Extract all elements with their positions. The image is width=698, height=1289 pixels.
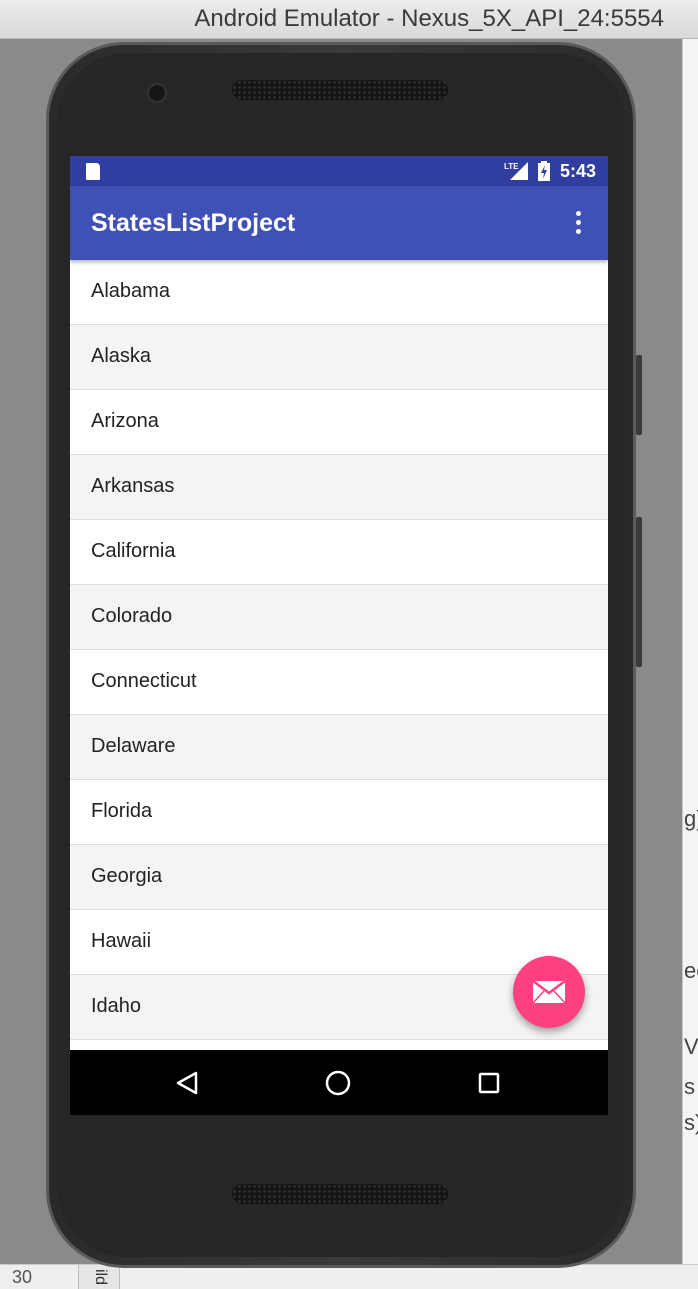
list-item[interactable]: Arkansas (70, 455, 608, 520)
app-title: StatesListProject (91, 209, 296, 237)
recents-icon[interactable] (472, 1066, 506, 1100)
email-fab-button[interactable] (513, 956, 585, 1028)
ide-code-fragment: ec (684, 958, 698, 983)
list-item-label: Hawaii (91, 930, 152, 952)
list-item-label: Idaho (91, 995, 142, 1017)
list-item-label: Arizona (91, 410, 159, 432)
list-item[interactable]: Colorado (70, 585, 608, 650)
list-item-label: Georgia (91, 865, 163, 887)
ide-code-fragment: s) (684, 1110, 698, 1135)
states-list[interactable]: Alabama Alaska Arizona Arkansas Californ… (70, 260, 608, 1050)
list-item-label: Alabama (91, 280, 170, 302)
svg-text:LTE: LTE (504, 162, 519, 171)
lte-signal-icon: LTE (504, 162, 528, 180)
back-icon[interactable] (170, 1066, 204, 1100)
bottom-speaker (232, 1184, 448, 1204)
list-item[interactable]: Connecticut (70, 650, 608, 715)
status-clock: 5:43 (560, 161, 597, 181)
list-item-label: Delaware (91, 735, 176, 757)
power-button[interactable] (636, 517, 642, 667)
email-icon (532, 980, 566, 1004)
list-item-label: Connecticut (91, 670, 197, 692)
list-item-label: Arkansas (91, 475, 175, 497)
battery-charging-icon (538, 161, 550, 181)
list-item-label: Colorado (91, 605, 173, 627)
list-item[interactable] (70, 1040, 608, 1050)
list-item-label: California (91, 540, 176, 562)
ide-editor-edge (682, 39, 698, 1288)
volume-button[interactable] (636, 355, 642, 435)
list-item-label: Alaska (91, 345, 152, 367)
window-title-bar: Android Emulator - Nexus_5X_API_24:5554 (0, 0, 698, 39)
list-item[interactable]: Georgia (70, 845, 608, 910)
list-item[interactable]: Florida (70, 780, 608, 845)
window-title: Android Emulator - Nexus_5X_API_24:5554 (194, 5, 664, 32)
list-item[interactable]: Arizona (70, 390, 608, 455)
more-vert-icon[interactable] (566, 208, 590, 238)
list-item[interactable]: Alaska (70, 325, 608, 390)
front-camera (147, 83, 167, 103)
ide-code-fragment: Ve (684, 1034, 698, 1059)
ide-code-fragment: s (684, 1074, 695, 1099)
device-screen: LTE 5:43 StatesListProject Alabama Alask… (70, 156, 608, 1115)
ide-build-tab[interactable]: ild (78, 1265, 120, 1289)
app-bar: StatesListProject (70, 186, 608, 260)
list-item-label: Florida (91, 800, 153, 822)
list-item[interactable]: California (70, 520, 608, 585)
list-item[interactable]: Alabama (70, 260, 608, 325)
home-icon[interactable] (321, 1066, 355, 1100)
ide-build-tab-label: ild (92, 1269, 109, 1286)
list-item[interactable]: Delaware (70, 715, 608, 780)
ide-code-fragment: g) (684, 806, 698, 831)
top-speaker (232, 80, 448, 100)
ide-line-number: 30 (12, 1267, 33, 1287)
sd-card-icon (86, 163, 100, 180)
status-bar: LTE 5:43 (70, 156, 608, 186)
navigation-bar (70, 1050, 608, 1115)
